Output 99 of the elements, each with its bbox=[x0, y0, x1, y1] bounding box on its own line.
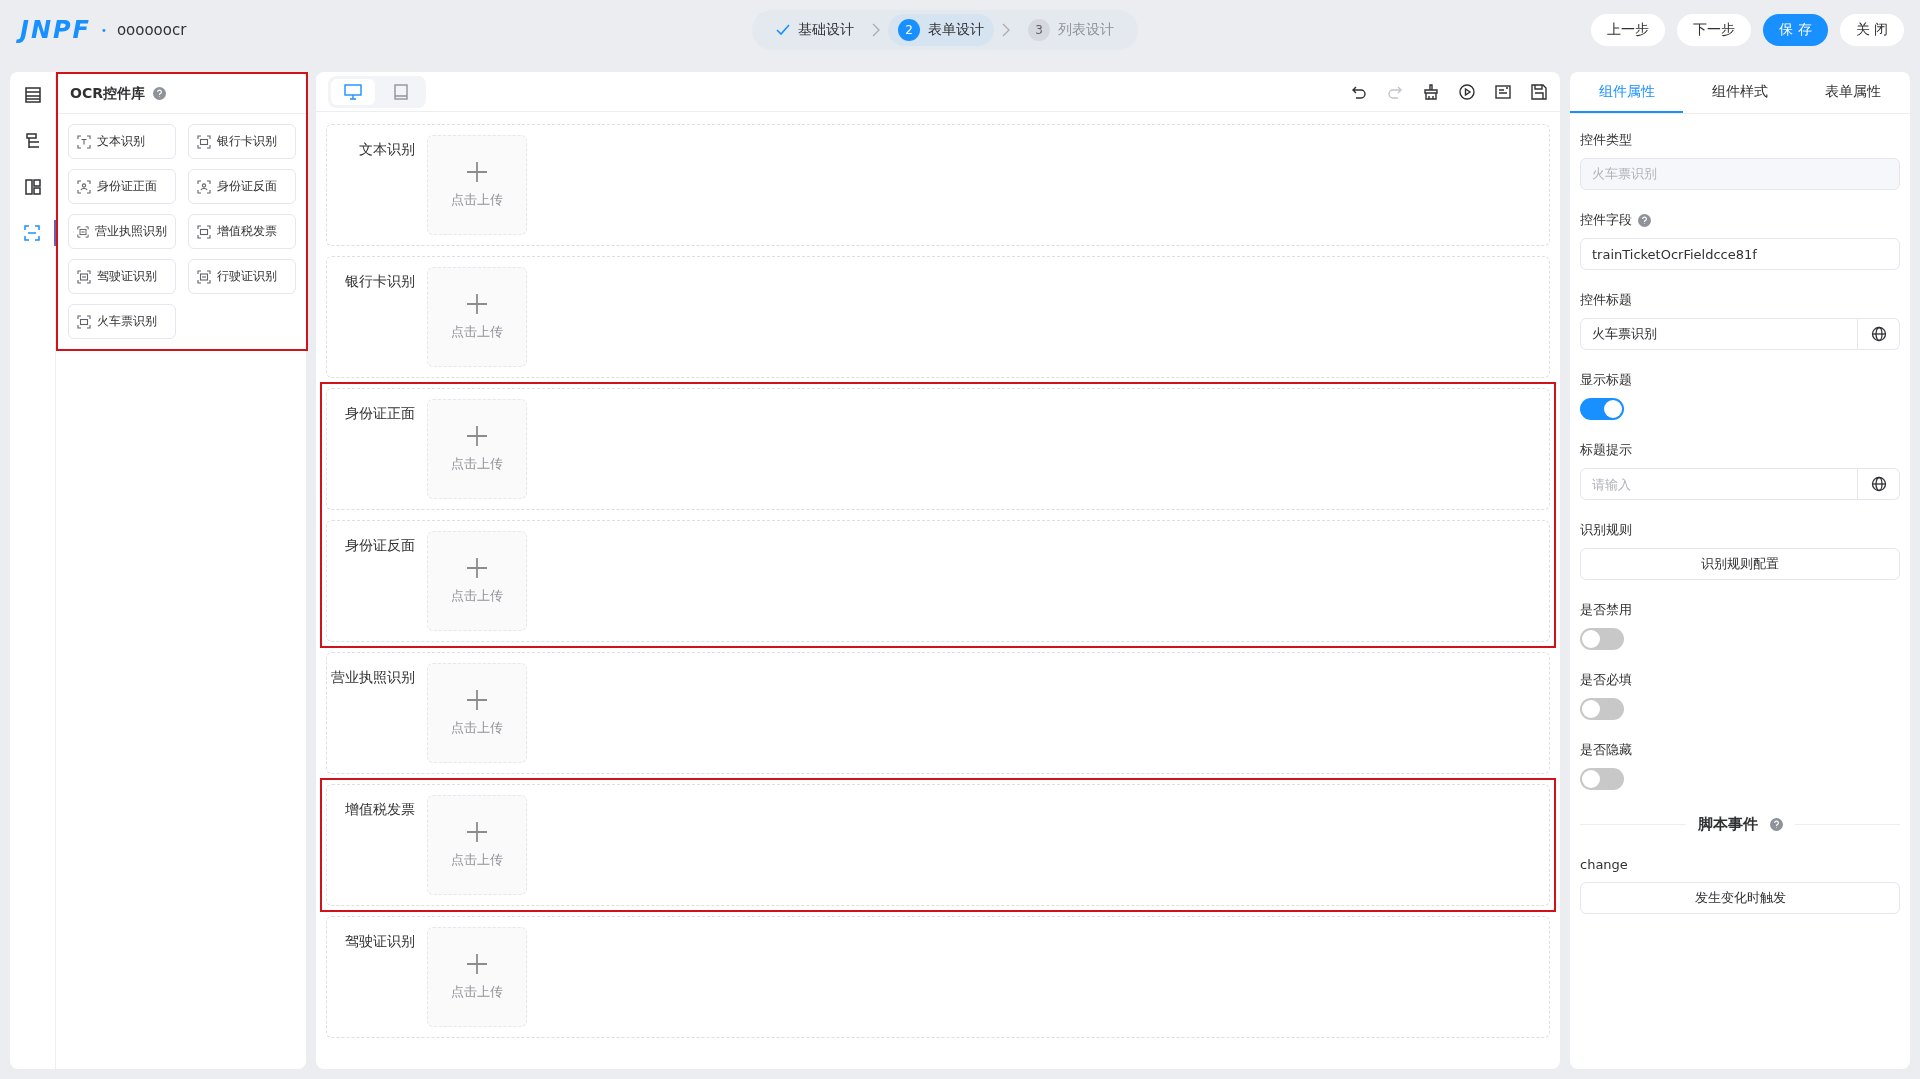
step-label: 基础设计 bbox=[798, 21, 854, 39]
plus-icon bbox=[466, 161, 488, 183]
property-label: 是否必填 bbox=[1580, 671, 1632, 689]
scan-icon bbox=[22, 224, 41, 242]
plus-icon bbox=[466, 821, 488, 843]
library-item[interactable]: 增值税发票 bbox=[188, 214, 296, 249]
property-label: 标题提示 bbox=[1580, 441, 1632, 459]
form-row[interactable]: 文本识别 点击上传 bbox=[326, 124, 1550, 246]
form-row[interactable]: 驾驶证识别 点击上传 bbox=[326, 916, 1550, 1038]
tool-button[interactable] bbox=[1458, 82, 1476, 101]
property-label: 是否隐藏 bbox=[1580, 741, 1632, 759]
property-label: 控件字段 bbox=[1580, 211, 1632, 229]
toggle-switch[interactable] bbox=[1580, 768, 1624, 790]
field-label: 驾驶证识别 bbox=[344, 932, 416, 951]
library-item[interactable]: 银行卡识别 bbox=[188, 124, 296, 159]
library-item[interactable]: 身份证反面 bbox=[188, 169, 296, 204]
library-title: OCR控件库 bbox=[70, 84, 145, 103]
tool-button[interactable] bbox=[1422, 82, 1440, 101]
scan-icon bbox=[77, 269, 91, 284]
tool-button[interactable] bbox=[1494, 82, 1512, 101]
step-number: 2 bbox=[898, 19, 920, 41]
property-label: 识别规则 bbox=[1580, 521, 1632, 539]
plus-icon bbox=[466, 425, 488, 447]
property-label: change bbox=[1580, 856, 1628, 872]
tab[interactable]: 组件样式 bbox=[1683, 72, 1797, 113]
form-row[interactable]: 增值税发票 点击上传 bbox=[326, 784, 1550, 906]
tablet-icon bbox=[394, 83, 408, 100]
form-row[interactable]: 身份证反面 点击上传 bbox=[326, 520, 1550, 642]
field-label: 营业执照识别 bbox=[330, 668, 416, 687]
library-item[interactable]: 文本识别 bbox=[68, 124, 176, 159]
toggle-switch[interactable] bbox=[1580, 628, 1624, 650]
step-label: 表单设计 bbox=[928, 21, 984, 39]
step-number: 3 bbox=[1028, 19, 1050, 41]
property-label: 显示标题 bbox=[1580, 371, 1632, 389]
scan-icon bbox=[77, 314, 91, 329]
tab[interactable]: 表单属性 bbox=[1796, 72, 1910, 113]
input-field[interactable]: 火车票识别 bbox=[1580, 318, 1858, 350]
toggle-switch[interactable] bbox=[1580, 698, 1624, 720]
property-label: 是否禁用 bbox=[1580, 601, 1632, 619]
library-item[interactable]: 营业执照识别 bbox=[68, 214, 176, 249]
header-button[interactable]: 关 闭 bbox=[1839, 14, 1904, 46]
library-item[interactable]: 驾驶证识别 bbox=[68, 259, 176, 294]
config-button[interactable]: 识别规则配置 bbox=[1580, 548, 1900, 580]
scan-icon bbox=[77, 224, 89, 239]
form-row[interactable]: 身份证正面 点击上传 bbox=[326, 388, 1550, 510]
step-label: 列表设计 bbox=[1058, 21, 1114, 39]
language-button[interactable] bbox=[1858, 468, 1900, 500]
header-button[interactable]: 上一步 bbox=[1591, 14, 1666, 46]
help-icon[interactable] bbox=[1769, 817, 1783, 831]
scan-icon bbox=[197, 224, 211, 239]
header-button[interactable]: 下一步 bbox=[1677, 14, 1752, 46]
app-name: oooooocr bbox=[116, 21, 187, 39]
language-button[interactable] bbox=[1858, 318, 1900, 350]
library-item[interactable]: 身份证正面 bbox=[68, 169, 176, 204]
toggle-switch[interactable] bbox=[1580, 398, 1624, 420]
document-icon bbox=[1494, 82, 1512, 101]
step[interactable]: 基础设计 bbox=[766, 14, 864, 46]
check-icon bbox=[776, 24, 790, 36]
table-icon bbox=[23, 86, 42, 104]
field-label: 身份证正面 bbox=[344, 404, 416, 423]
field-label: 文本识别 bbox=[358, 140, 416, 159]
section-title: 脚本事件 bbox=[1697, 814, 1758, 834]
property-label: 控件类型 bbox=[1580, 131, 1632, 149]
scan-icon bbox=[197, 179, 211, 194]
scan-icon bbox=[197, 269, 211, 284]
config-button[interactable]: 发生变化时触发 bbox=[1580, 882, 1900, 914]
property-label: 控件标题 bbox=[1580, 291, 1632, 309]
field-label: 增值税发票 bbox=[344, 800, 416, 819]
field-label: 银行卡识别 bbox=[344, 272, 416, 291]
input-field[interactable]: trainTicketOcrFieldcce81f bbox=[1580, 238, 1900, 270]
desktop-icon bbox=[344, 83, 362, 100]
tree-icon bbox=[23, 132, 42, 150]
brush-icon bbox=[1422, 82, 1440, 101]
scan-icon bbox=[77, 179, 91, 194]
plus-icon bbox=[466, 689, 488, 711]
chevron-icon bbox=[872, 23, 880, 37]
form-row[interactable]: 营业执照识别 点击上传 bbox=[326, 652, 1550, 774]
play-icon bbox=[1458, 82, 1476, 101]
plus-icon bbox=[466, 953, 488, 975]
plus-icon bbox=[466, 557, 488, 579]
step[interactable]: 3 列表设计 bbox=[1018, 14, 1124, 46]
scan-icon bbox=[197, 134, 211, 149]
scan-icon bbox=[77, 134, 91, 149]
separator-dot: • bbox=[101, 24, 107, 36]
globe-icon bbox=[1870, 326, 1887, 342]
step[interactable]: 2 表单设计 bbox=[888, 14, 994, 46]
help-icon[interactable] bbox=[152, 87, 166, 100]
field-label: 身份证反面 bbox=[344, 536, 416, 555]
tool-button[interactable] bbox=[1530, 82, 1548, 101]
layout-icon bbox=[23, 178, 42, 196]
library-item[interactable]: 火车票识别 bbox=[68, 304, 176, 339]
help-icon[interactable] bbox=[1638, 213, 1651, 227]
form-row[interactable]: 银行卡识别 点击上传 bbox=[326, 256, 1550, 378]
library-item[interactable]: 行驶证识别 bbox=[188, 259, 296, 294]
chevron-icon bbox=[1002, 23, 1010, 37]
save-icon bbox=[1530, 82, 1548, 101]
plus-icon bbox=[466, 293, 488, 315]
globe-icon bbox=[1870, 476, 1887, 492]
input-field[interactable]: 请输入 bbox=[1580, 468, 1858, 500]
